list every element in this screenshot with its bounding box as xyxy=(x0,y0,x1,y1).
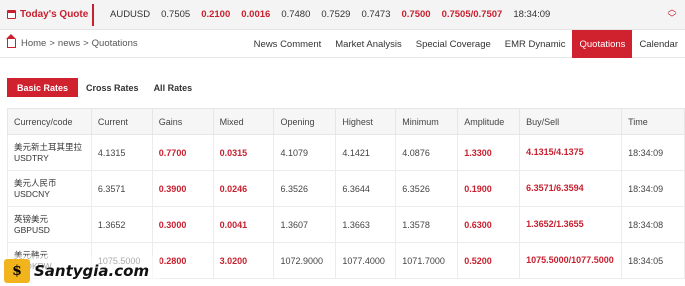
calendar-icon xyxy=(7,10,16,19)
currency-cell[interactable]: 英镑美元 GBPUSD xyxy=(7,206,92,243)
amplitude-cell: 1.3300 xyxy=(457,134,521,171)
quotations-table: Currency/code Current Gains Mixed Opening Hig… xyxy=(7,108,685,279)
table-row[interactable]: 美元新土耳其里拉 USDTRY 4.1315 0.7700 0.0315 4.1079 4.… xyxy=(7,134,685,171)
sub-navigation: Home > news > Quotations News Comment Mar… xyxy=(0,30,685,58)
current-cell: 4.1315 xyxy=(90,134,153,171)
breadcrumb-separator: > xyxy=(83,38,89,49)
currency-name-cn: 美元新土耳其里拉 xyxy=(14,141,83,152)
rate-tabs: Basic Rates Cross Rates All Rates xyxy=(7,78,199,97)
currency-code[interactable]: USDTRY xyxy=(14,153,91,164)
nav-item-quotations[interactable]: Quotations xyxy=(572,30,633,58)
ticker-values: AUDUSD 0.7505 0.2100 0.0016 0.7480 0.7529 0.7… xyxy=(94,9,561,20)
currency-name-cn: 美元人民币 xyxy=(14,177,57,188)
amplitude-cell: 0.6300 xyxy=(457,206,521,243)
column-header[interactable]: Gains xyxy=(151,108,214,135)
minimum-cell: 1071.7000 xyxy=(395,242,459,279)
gains-cell: 0.3900 xyxy=(151,170,214,207)
ticker-symbol: AUDUSD xyxy=(110,9,151,20)
column-header[interactable]: Amplitude xyxy=(457,108,521,135)
mixed-cell: 3.0200 xyxy=(212,242,275,279)
column-header[interactable]: Mixed xyxy=(212,108,275,135)
opening-cell: 4.1079 xyxy=(273,134,337,171)
nav-item-market-analysis[interactable]: Market Analysis xyxy=(328,30,409,58)
column-header[interactable]: Currency/code xyxy=(7,108,92,135)
amplitude-cell: 0.1900 xyxy=(457,170,521,207)
ticker-value: 0.7505/0.7507 xyxy=(441,9,503,20)
buysell-cell: 1.3652/1.3655 xyxy=(519,206,623,243)
opening-cell: 1072.9000 xyxy=(273,242,337,279)
highest-cell: 1077.4000 xyxy=(335,242,397,279)
highest-cell: 4.1421 xyxy=(335,134,397,171)
time-cell: 18:34:09 xyxy=(621,134,685,171)
currency-cell[interactable]: 美元人民币 USDCNY xyxy=(7,170,92,207)
nav-item-special-coverage[interactable]: Special Coverage xyxy=(409,30,498,58)
watermark-text: Santygia.com xyxy=(34,262,150,280)
home-icon[interactable] xyxy=(6,34,16,48)
breadcrumb-separator: > xyxy=(49,38,55,49)
ticker-value: 0.2100 xyxy=(201,9,231,20)
table-header-row: Currency/code Current Gains Mixed Opening Hig… xyxy=(7,108,685,135)
currency-name-cn: 英镑美元 xyxy=(14,213,49,224)
buysell-cell: 1075.5000/1077.5000 xyxy=(519,242,623,279)
todays-quote-label: Today's Quote xyxy=(20,9,89,20)
current-cell: 1.3652 xyxy=(90,206,153,243)
breadcrumb-news[interactable]: news xyxy=(58,38,80,49)
watermark-logo: $ xyxy=(4,259,30,283)
buysell-cell: 6.3571/6.3594 xyxy=(519,170,623,207)
nav-item-calendar[interactable]: Calendar xyxy=(632,30,685,58)
minimum-cell: 1.3578 xyxy=(395,206,459,243)
table-row[interactable]: 美元人民币 USDCNY 6.3571 0.3900 0.0246 6.3526 6.364… xyxy=(7,170,685,207)
gains-cell: 0.7700 xyxy=(151,134,214,171)
mixed-cell: 0.0041 xyxy=(212,206,275,243)
currency-code[interactable]: USDCNY xyxy=(14,189,91,200)
ticker-value: 0.7480 xyxy=(281,9,311,20)
section-nav: News Comment Market Analysis Special Cover… xyxy=(247,30,685,58)
nav-item-news-comment[interactable]: News Comment xyxy=(247,30,329,58)
mixed-cell: 0.0246 xyxy=(212,170,275,207)
opening-cell: 1.3607 xyxy=(273,206,337,243)
minimum-cell: 6.3526 xyxy=(395,170,459,207)
gains-cell: 0.2800 xyxy=(151,242,214,279)
column-header[interactable]: Buy/Sell xyxy=(519,108,623,135)
column-header[interactable]: Current xyxy=(90,108,153,135)
table-row[interactable]: 英镑美元 GBPUSD 1.3652 0.3000 0.0041 1.3607 1.3663… xyxy=(7,206,685,243)
buysell-cell: 4.1315/4.1375 xyxy=(519,134,623,171)
breadcrumb-current: Quotations xyxy=(91,38,138,49)
column-header[interactable]: Minimum xyxy=(395,108,459,135)
column-header[interactable]: Highest xyxy=(335,108,397,135)
ticker-value: 0.7529 xyxy=(321,9,351,20)
column-header[interactable]: Opening xyxy=(273,108,337,135)
currency-cell[interactable]: 美元新土耳其里拉 USDTRY xyxy=(7,134,92,171)
mixed-cell: 0.0315 xyxy=(212,134,275,171)
time-cell: 18:34:09 xyxy=(621,170,685,207)
time-cell: 18:34:08 xyxy=(621,206,685,243)
chevron-down-icon[interactable]: ﹀ xyxy=(666,14,678,23)
highest-cell: 6.3644 xyxy=(335,170,397,207)
quote-ticker-bar: Today's Quote AUDUSD 0.7505 0.2100 0.0016 0… xyxy=(0,0,685,30)
ticker-value: 0.7500 xyxy=(401,9,431,20)
current-cell: 6.3571 xyxy=(90,170,153,207)
breadcrumb: Home > news > Quotations xyxy=(6,34,138,49)
site-watermark: $ Santygia.com xyxy=(0,256,160,286)
amplitude-cell: 0.5200 xyxy=(457,242,521,279)
ticker-scroll-arrows[interactable]: ︿ ﹀ xyxy=(666,5,678,25)
ticker-value: 0.7473 xyxy=(361,9,391,20)
time-cell: 18:34:05 xyxy=(621,242,685,279)
ticker-value: 0.0016 xyxy=(241,9,271,20)
currency-code[interactable]: GBPUSD xyxy=(14,225,91,236)
todays-quote-title[interactable]: Today's Quote xyxy=(0,3,94,26)
ticker-value: 0.7505 xyxy=(161,9,191,20)
tab-all-rates[interactable]: All Rates xyxy=(146,78,200,97)
nav-item-emr-dynamic[interactable]: EMR Dynamic xyxy=(498,30,573,58)
gains-cell: 0.3000 xyxy=(151,206,214,243)
breadcrumb-home[interactable]: Home xyxy=(21,38,46,49)
tab-basic-rates[interactable]: Basic Rates xyxy=(7,78,79,97)
column-header[interactable]: Time xyxy=(621,108,685,135)
tab-cross-rates[interactable]: Cross Rates xyxy=(78,78,146,97)
opening-cell: 6.3526 xyxy=(273,170,337,207)
highest-cell: 1.3663 xyxy=(335,206,397,243)
ticker-value: 18:34:09 xyxy=(513,9,551,20)
minimum-cell: 4.0876 xyxy=(395,134,459,171)
